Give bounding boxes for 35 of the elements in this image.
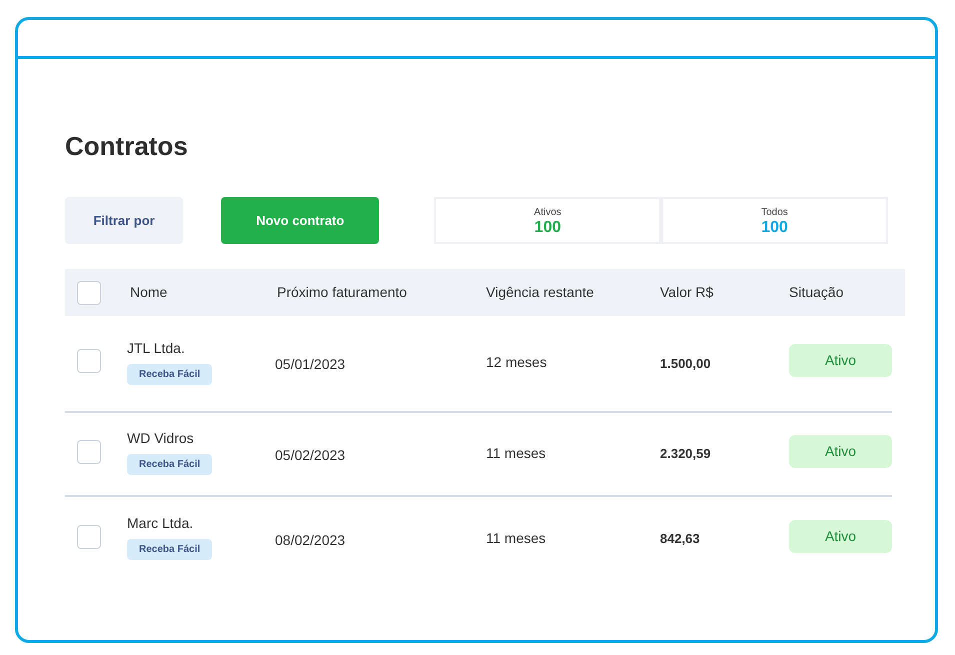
- stat-value: 100: [534, 220, 561, 236]
- contract-name: WD Vidros: [127, 429, 194, 448]
- tag: Receba Fácil: [127, 539, 212, 560]
- contract-name: Marc Ltda.: [127, 514, 194, 533]
- page-title: Contratos: [65, 133, 189, 159]
- column-header: Situação: [789, 283, 844, 302]
- stat-card[interactable]: Ativos 100: [434, 197, 662, 244]
- stat-card[interactable]: Todos 100: [661, 197, 888, 244]
- table-cell-text: 12 meses: [486, 353, 548, 372]
- checkbox[interactable]: [77, 349, 101, 373]
- column-header: Valor R$: [660, 283, 714, 302]
- tag: Receba Fácil: [127, 364, 212, 384]
- checkbox[interactable]: [77, 440, 101, 464]
- checkbox[interactable]: [77, 280, 101, 304]
- stat-label: Todos: [761, 206, 788, 220]
- contract-name: JTL Ltda.: [127, 338, 185, 358]
- table-cell-text: 1.500,00: [660, 354, 712, 373]
- filter-button[interactable]: Filtrar por: [65, 197, 184, 244]
- tag: Receba Fácil: [127, 454, 212, 475]
- status-badge: Ativo: [789, 520, 892, 552]
- stat-label: Ativos: [534, 206, 562, 220]
- column-header: Vigência restante: [486, 283, 595, 302]
- table-cell-text: 842,63: [660, 530, 701, 548]
- table-cell-text: 08/02/2023: [275, 530, 346, 550]
- status-badge: Ativo: [789, 434, 892, 468]
- table-cell-text: 2.320,59: [660, 445, 712, 464]
- column-header: Nome: [130, 283, 168, 302]
- table-cell-text: 11 meses: [486, 444, 547, 462]
- column-header: Próximo faturamento: [277, 283, 408, 302]
- status-badge: Ativo: [789, 344, 892, 377]
- table-cell-text: 11 meses: [486, 528, 547, 548]
- table-cell-text: 05/02/2023: [275, 446, 346, 464]
- table-cell-text: 05/01/2023: [275, 355, 346, 374]
- stat-value: 100: [761, 220, 788, 236]
- checkbox[interactable]: [77, 524, 101, 548]
